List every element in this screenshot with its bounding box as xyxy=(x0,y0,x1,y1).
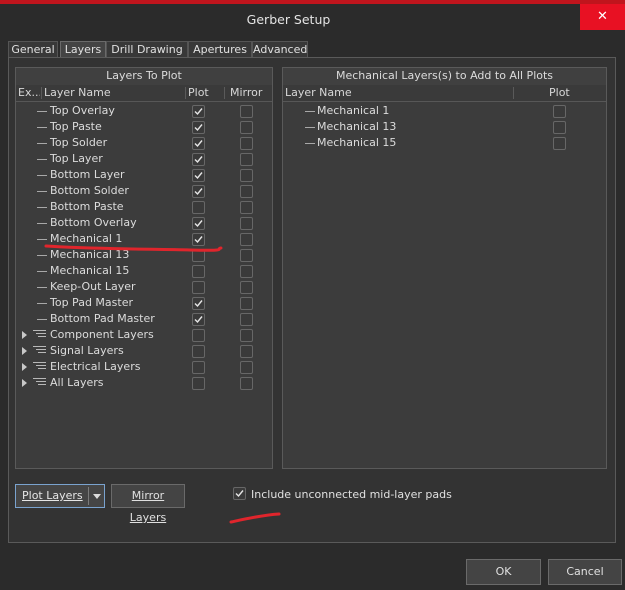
annotation-underline-mechanical-1 xyxy=(44,244,223,252)
annotation-underline-include-pads xyxy=(229,512,281,524)
red-annotation-marks xyxy=(44,244,281,524)
ok-button[interactable]: OK xyxy=(466,559,541,585)
cancel-button[interactable]: Cancel xyxy=(548,559,622,585)
